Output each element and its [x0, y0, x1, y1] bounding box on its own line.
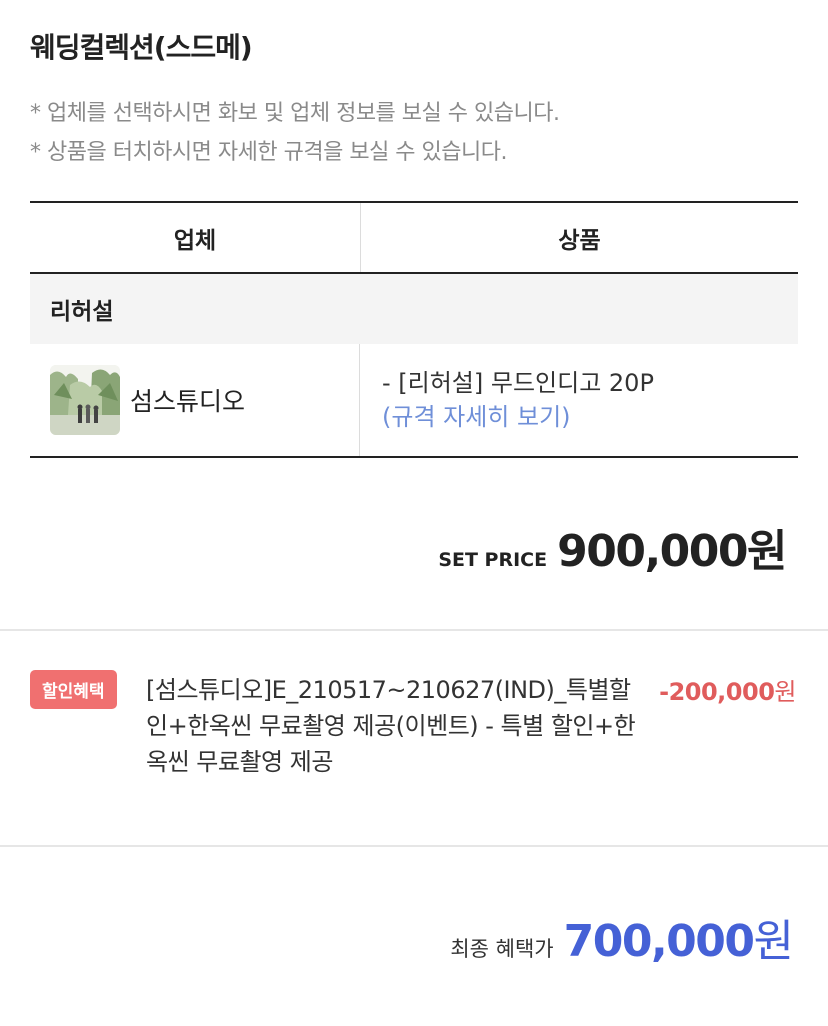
- final-price: 최종 혜택가 700,000 원: [450, 905, 794, 969]
- set-price-label: SET PRICE: [438, 549, 548, 571]
- divider: [0, 629, 828, 631]
- section-header-rehearsal: 리허설: [30, 274, 798, 344]
- column-header-vendor: 업체: [30, 203, 361, 272]
- final-price-label: 최종 혜택가: [450, 937, 554, 961]
- product-name[interactable]: - [리허설] 무드인디고 20P: [382, 366, 798, 400]
- discount-description: [섬스튜디오]E_210517~210627(IND)_특별할인+한옥씬 무료촬…: [146, 676, 636, 776]
- discount-amount: -200,000원: [659, 672, 796, 707]
- discount-badge: 할인혜택: [30, 670, 117, 709]
- final-price-value: 700,000: [563, 916, 755, 967]
- set-price: SET PRICE 900,000원: [438, 515, 787, 579]
- product-detail-page: 웨딩컬렉션(스드메) * 업체를 선택하시면 화보 및 업체 정보를 보실 수 …: [0, 0, 828, 1026]
- product-cell[interactable]: - [리허설] 무드인디고 20P (규격 자세히 보기): [360, 344, 798, 456]
- page-title: 웨딩컬렉션(스드메): [30, 31, 253, 64]
- discount-amount-unit: 원: [774, 678, 796, 706]
- column-header-product: 상품: [558, 227, 601, 254]
- spec-detail-link[interactable]: (규격 자세히 보기): [382, 400, 798, 434]
- vendor-cell[interactable]: 섬스튜디오: [30, 344, 360, 456]
- final-price-unit: 원: [753, 916, 794, 967]
- notice-vendor: * 업체를 선택하시면 화보 및 업체 정보를 보실 수 있습니다.: [30, 101, 560, 126]
- notice-product: * 상품을 터치하시면 자세한 규격을 보실 수 있습니다.: [30, 140, 508, 165]
- discount-amount-number: -200,000: [659, 678, 775, 706]
- divider: [0, 845, 828, 847]
- table-header: 업체 상품: [30, 201, 798, 274]
- vendor-thumbnail[interactable]: [50, 365, 120, 435]
- table-row: 섬스튜디오 - [리허설] 무드인디고 20P (규격 자세히 보기): [30, 344, 798, 458]
- vendor-name[interactable]: 섬스튜디오: [130, 382, 245, 418]
- package-table: 업체 상품 리허설 섬스튜디오 - [리허설] 무드인디고 20P (규격 자세…: [30, 201, 798, 458]
- set-price-value: 900,000원: [557, 526, 787, 577]
